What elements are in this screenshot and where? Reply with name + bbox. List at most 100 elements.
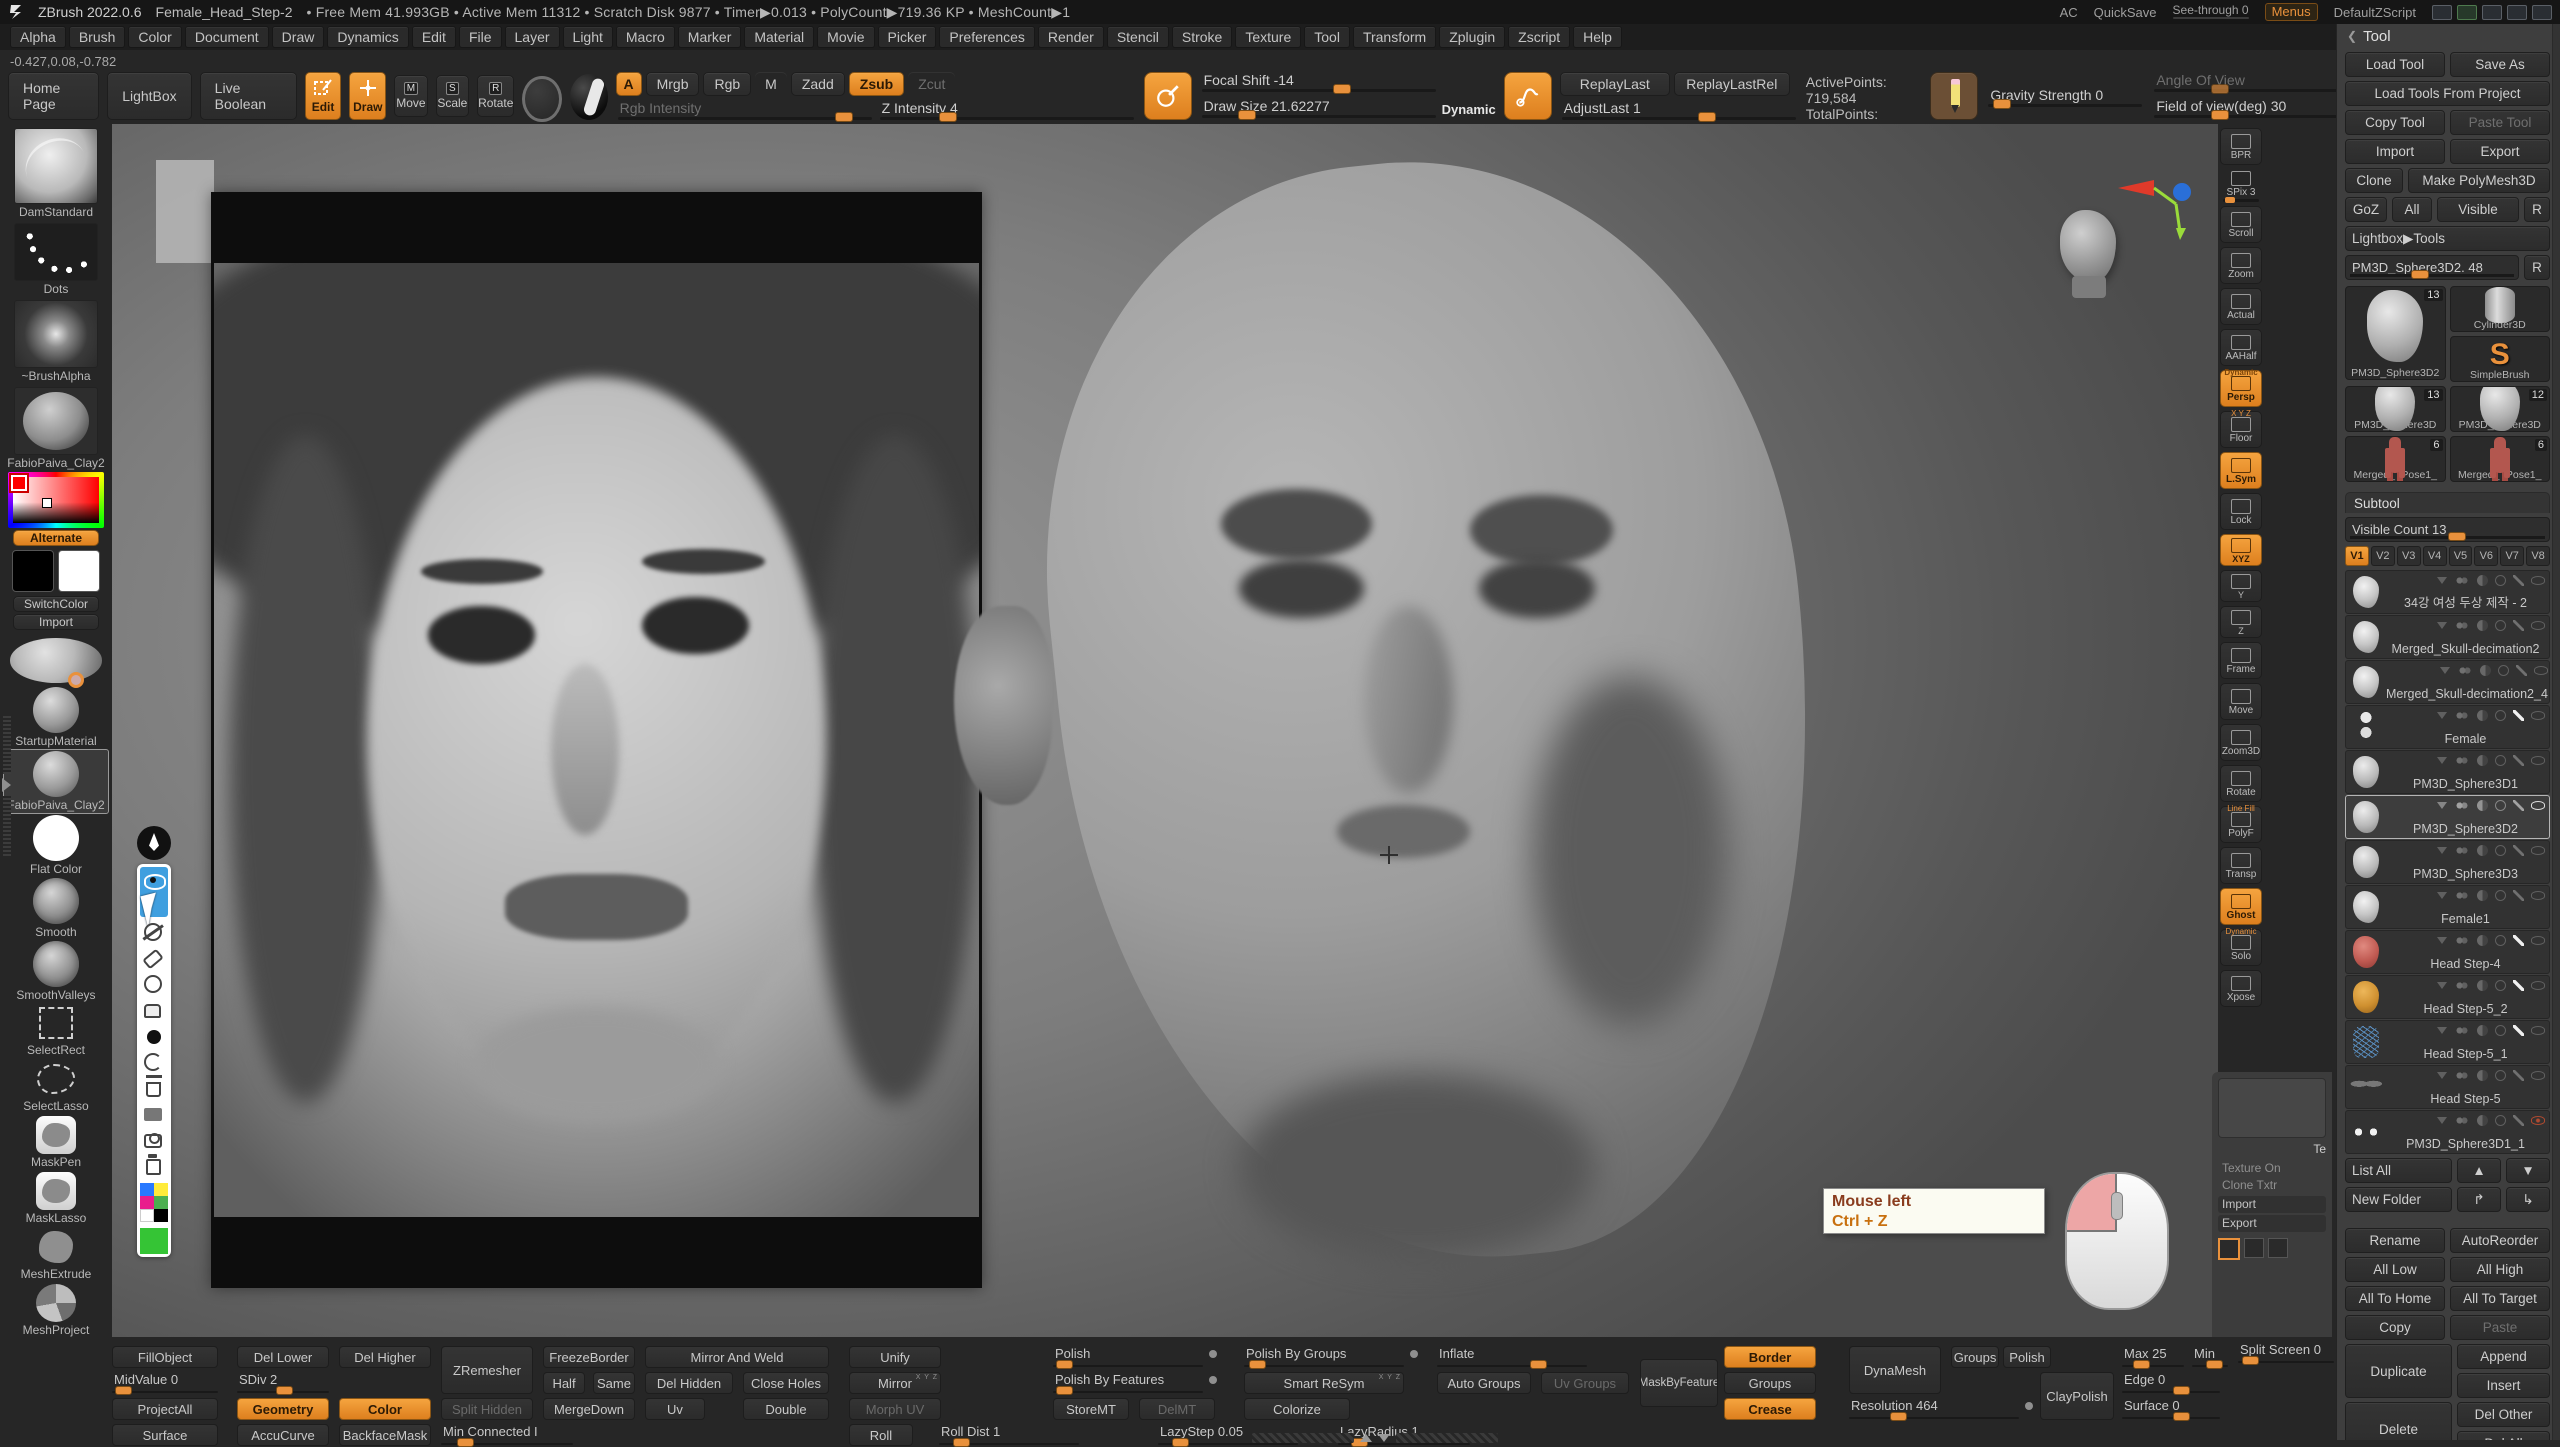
copy-subtool-button[interactable]: Copy [2345, 1315, 2445, 1340]
subtool-row[interactable]: Head Step-5 [2345, 1065, 2550, 1109]
menu-item[interactable]: Stroke [1172, 26, 1232, 48]
dynamesh-groups-button[interactable]: Groups [1951, 1346, 1999, 1368]
color-palette[interactable] [140, 1183, 168, 1222]
scrollbar-hatch[interactable] [1396, 1433, 1498, 1443]
goz-button[interactable]: GoZ [2345, 197, 2387, 222]
polypaint-icon[interactable] [2454, 845, 2470, 856]
recent-tool-thumb[interactable]: 6 Merged_TPose1_ [2450, 436, 2551, 482]
autospin-icon[interactable] [2437, 847, 2447, 854]
visibility-eye-icon[interactable] [2531, 891, 2545, 900]
polyframe-icon[interactable] [2477, 710, 2488, 721]
sculpt-brush-icon[interactable] [2513, 575, 2524, 586]
del-other-button[interactable]: Del Other [2457, 1402, 2550, 1427]
mirror-and-weld-button[interactable]: Mirror And Weld [645, 1346, 829, 1368]
menu-item[interactable]: Dynamics [327, 26, 408, 48]
half-button[interactable]: Half [543, 1372, 585, 1394]
menu-item[interactable]: Color [128, 26, 181, 48]
min-slider[interactable]: Min [2192, 1346, 2228, 1368]
divider-grip[interactable] [3, 796, 11, 856]
menu-item[interactable]: Movie [817, 26, 874, 48]
uv-button[interactable]: Uv [645, 1398, 705, 1420]
dynamesh-button[interactable]: DynaMesh [1849, 1346, 1941, 1394]
sculpted-head-model[interactable] [972, 138, 1862, 1308]
scroll-down-icon[interactable] [1378, 1434, 1390, 1442]
shelf-tool-item[interactable]: MeshExtrude [21, 1228, 92, 1281]
polyframe-icon[interactable] [2477, 980, 2488, 991]
subtool-row[interactable]: PM3D_Sphere3D3 [2345, 840, 2550, 884]
right-shelf-button[interactable]: Transp [2220, 847, 2262, 884]
polyframe-icon[interactable] [2480, 665, 2491, 676]
replay-last-button[interactable]: ReplayLast [1560, 72, 1670, 96]
field-of-view-slider[interactable]: Field of view(deg) 30 [2152, 98, 2360, 120]
crease-button[interactable]: Crease [1724, 1398, 1816, 1420]
make-polymesh3d-button[interactable]: Make PolyMesh3D [2408, 168, 2550, 193]
menu-item[interactable]: Draw [272, 26, 325, 48]
menu-item[interactable]: Texture [1235, 26, 1301, 48]
new-folder-button[interactable]: New Folder [2345, 1187, 2452, 1212]
color-button[interactable]: Color [339, 1398, 431, 1420]
autospin-icon[interactable] [2437, 712, 2447, 719]
import-tool-button[interactable]: Import [2345, 139, 2445, 164]
visibility-eye-icon[interactable] [2531, 621, 2545, 630]
open-tray-arrow-icon[interactable] [2, 778, 11, 792]
shelf-tool-item[interactable]: MaskPen [31, 1116, 81, 1169]
load-tool-button[interactable]: Load Tool [2345, 52, 2445, 77]
uv-icon[interactable] [2495, 755, 2506, 766]
visibility-eye-icon[interactable] [2531, 1071, 2545, 1080]
groups-button[interactable]: Groups [1724, 1372, 1816, 1394]
sculpt-brush-icon[interactable] [2513, 935, 2524, 946]
goz-visible-button[interactable]: Visible [2437, 197, 2519, 222]
menu-item[interactable]: Zplugin [1439, 26, 1505, 48]
texture-palette-item[interactable]: Export [2218, 1215, 2326, 1232]
del-higher-button[interactable]: Del Higher [339, 1346, 431, 1368]
mrgb-toggle[interactable]: Mrgb [646, 72, 700, 96]
polypaint-icon[interactable] [2454, 755, 2470, 766]
visible-count-slider[interactable]: Visible Count 13 [2345, 517, 2550, 542]
uv-icon[interactable] [2495, 845, 2506, 856]
whiteboard-icon[interactable] [144, 1105, 164, 1125]
menu-item[interactable]: Stencil [1107, 26, 1169, 48]
visibility-eye-icon[interactable] [2531, 936, 2545, 945]
trash-icon[interactable] [144, 1079, 164, 1099]
autospin-icon[interactable] [2437, 802, 2447, 809]
subtool-view-tab[interactable]: V1 [2345, 546, 2369, 566]
texture-swatch[interactable] [2218, 1238, 2240, 1260]
zcut-toggle[interactable]: Zcut [908, 72, 955, 96]
quicksave-button[interactable]: QuickSave [2094, 5, 2157, 20]
switch-color-button[interactable]: SwitchColor [13, 596, 99, 612]
menu-item[interactable]: Macro [616, 26, 675, 48]
autospin-icon[interactable] [2437, 1072, 2447, 1079]
zsub-toggle[interactable]: Zsub [849, 72, 904, 96]
subtool-view-tab[interactable]: V7 [2500, 546, 2524, 566]
polyframe-icon[interactable] [2477, 935, 2488, 946]
z-intensity-slider[interactable]: Z Intensity 4 [878, 100, 1136, 122]
right-shelf-button[interactable]: BPR [2220, 128, 2262, 165]
left-shelf-thumb[interactable]: Dots [14, 223, 98, 296]
autospin-icon[interactable] [2437, 1027, 2447, 1034]
right-shelf-button[interactable]: Move [2220, 683, 2262, 720]
menu-item[interactable]: Document [185, 26, 269, 48]
polypaint-icon[interactable] [2454, 890, 2470, 901]
main-color-swatch[interactable] [12, 550, 54, 592]
crease-border-button[interactable]: Border [1724, 1346, 1816, 1368]
polyframe-icon[interactable] [2477, 755, 2488, 766]
right-shelf-button[interactable]: X Y Z Floor [2220, 411, 2262, 448]
menu-item[interactable]: Picker [878, 26, 937, 48]
mask-by-feature-button[interactable]: MaskByFeature [1640, 1359, 1718, 1407]
polyframe-icon[interactable] [2477, 1070, 2488, 1081]
focal-shift-slider[interactable]: Focal Shift -14 [1200, 72, 1438, 94]
color-picker[interactable] [8, 472, 104, 528]
pen-badge-icon[interactable] [137, 826, 171, 860]
menu-item[interactable]: Light [563, 26, 613, 48]
layout-icon[interactable] [2532, 5, 2552, 20]
polypaint-icon[interactable] [2454, 980, 2470, 991]
polish-by-groups-slider[interactable]: Polish By Groups [1244, 1346, 1404, 1368]
keyboard-icon[interactable] [2457, 5, 2477, 20]
clipboard-icon[interactable] [144, 1157, 164, 1177]
smart-resym-button[interactable]: Smart ReSymX Y Z [1244, 1372, 1404, 1394]
subtool-row[interactable]: PM3D_Sphere3D1_1 [2345, 1110, 2550, 1154]
subtool-section-header[interactable]: Subtool [2345, 492, 2550, 513]
sculpt-brush-icon[interactable] [2513, 710, 2524, 721]
menu-item[interactable]: Alpha [10, 26, 66, 48]
dynamic-label[interactable]: Dynamic [1442, 102, 1496, 117]
